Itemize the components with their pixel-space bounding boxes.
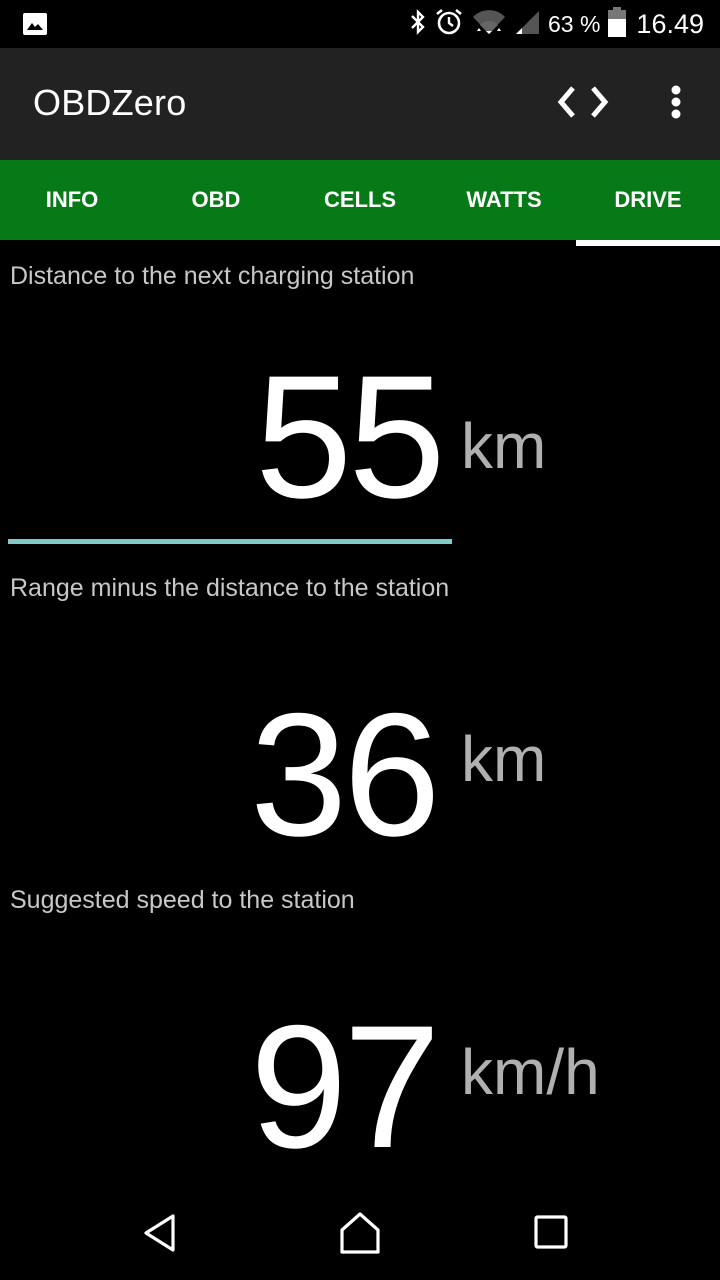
- overflow-menu-button[interactable]: [648, 76, 704, 132]
- clock: 16.49: [636, 8, 704, 39]
- tab-info[interactable]: INFO: [0, 160, 144, 240]
- distance-value: 55: [255, 340, 446, 535]
- range-minus-unit: km: [461, 723, 547, 795]
- code-arrows-button[interactable]: [555, 76, 611, 132]
- tab-cells[interactable]: CELLS: [288, 160, 432, 240]
- distance-unit: km: [461, 410, 547, 482]
- bluetooth-icon: [410, 8, 426, 40]
- selected-tab-indicator: [576, 240, 720, 246]
- distance-progress-fill: [8, 539, 452, 544]
- recents-button[interactable]: [522, 1210, 582, 1260]
- app-toolbar: OBDZero: [0, 48, 720, 160]
- more-vert-icon: [670, 85, 682, 124]
- system-nav-bar: [0, 1190, 720, 1280]
- back-icon: [142, 1213, 178, 1258]
- tab-watts[interactable]: WATTS: [432, 160, 576, 240]
- range-minus-value: 36: [250, 678, 441, 873]
- alarm-icon: [434, 7, 464, 42]
- distance-progress-bar: [8, 539, 712, 544]
- tab-drive[interactable]: DRIVE: [576, 160, 720, 240]
- range-minus-label: Range minus the distance to the station: [10, 574, 450, 602]
- home-button[interactable]: [330, 1210, 390, 1260]
- image-icon: [22, 12, 48, 36]
- speed-value: 97: [250, 990, 441, 1185]
- speed-label: Suggested speed to the station: [10, 886, 355, 914]
- speed-unit: km/h: [461, 1036, 600, 1108]
- app-title: OBDZero: [33, 82, 187, 123]
- status-bar: 63 % 16.49: [0, 0, 720, 48]
- distance-label: Distance to the next charging station: [10, 262, 415, 290]
- back-button[interactable]: [130, 1210, 190, 1260]
- tab-obd[interactable]: OBD: [144, 160, 288, 240]
- tab-bar: INFO OBD CELLS WATTS DRIVE: [0, 160, 720, 240]
- signal-icon: [514, 9, 540, 40]
- battery-percent: 63 %: [547, 10, 601, 37]
- wifi-icon: [472, 9, 506, 40]
- code-arrows-icon: [557, 85, 609, 124]
- recents-icon: [534, 1214, 570, 1256]
- home-icon: [340, 1211, 380, 1259]
- battery-icon: [608, 6, 627, 42]
